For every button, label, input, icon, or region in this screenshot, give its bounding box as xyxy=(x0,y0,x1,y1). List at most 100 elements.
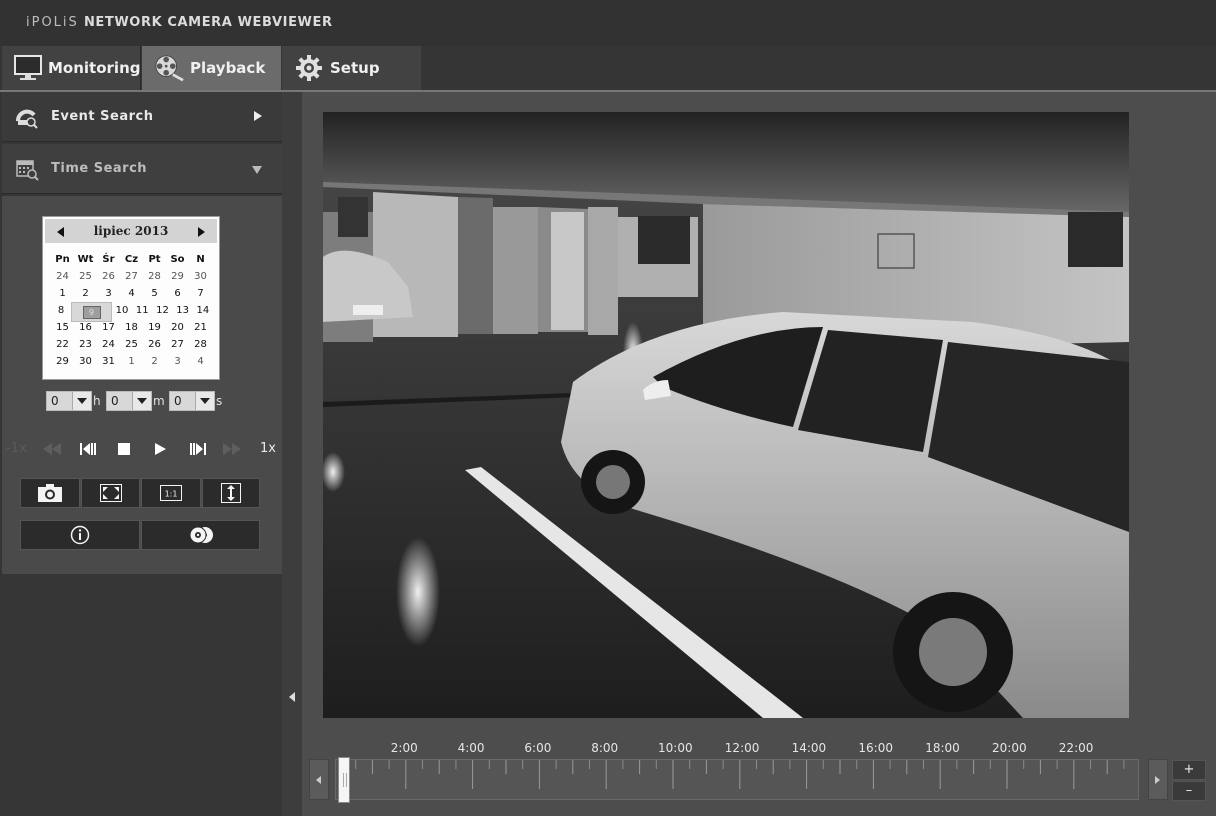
step-forward-icon[interactable] xyxy=(188,441,208,457)
calendar-day[interactable]: 30 xyxy=(74,353,97,370)
calendar-day[interactable]: 22 xyxy=(51,336,74,353)
calendar-day[interactable]: 26 xyxy=(143,336,166,353)
stop-icon[interactable] xyxy=(114,441,134,457)
sidebar: Event Search Time Search lipiec 2013 Pn W… xyxy=(2,92,282,816)
calendar-day[interactable]: 14 xyxy=(193,302,213,319)
backup-button[interactable] xyxy=(141,520,260,550)
original-size-button[interactable]: 1:1 xyxy=(141,478,201,508)
info-button[interactable] xyxy=(20,520,140,550)
calendar-day[interactable]: 21 xyxy=(189,319,212,336)
timeline-ticks xyxy=(338,760,1125,789)
calendar-day[interactable]: 10 xyxy=(112,302,132,319)
minute-select[interactable]: 0 xyxy=(106,391,152,411)
calendar-day[interactable]: 18 xyxy=(120,319,143,336)
app-header: iPOLiS NETWORK CAMERA WEBVIEWER xyxy=(0,0,1216,46)
calendar-weekday: Śr xyxy=(102,254,115,265)
calendar-day[interactable]: 4 xyxy=(120,285,143,302)
calendar-week-row: 24 25 26 27 28 29 30 xyxy=(51,268,213,285)
zoom-out-button[interactable]: – xyxy=(1172,781,1206,801)
event-search-row[interactable]: Event Search xyxy=(2,92,282,142)
calendar-day[interactable]: 2 xyxy=(74,285,97,302)
fit-screen-button[interactable] xyxy=(202,478,260,508)
calendar-day[interactable]: 3 xyxy=(166,353,189,370)
timeline-hour-label: 2:00 xyxy=(390,741,418,755)
calendar-day[interactable]: 1 xyxy=(120,353,143,370)
brand-title: iPOLiS NETWORK CAMERA WEBVIEWER xyxy=(26,15,333,30)
calendar-day[interactable]: 4 xyxy=(189,353,212,370)
calendar-day[interactable]: 2 xyxy=(143,353,166,370)
calendar-weekday: So xyxy=(170,254,185,265)
zoom-in-button[interactable]: + xyxy=(1172,760,1206,780)
rewind-icon[interactable] xyxy=(42,441,62,457)
calendar-day[interactable]: 13 xyxy=(173,302,193,319)
calendar-day[interactable]: 25 xyxy=(120,336,143,353)
hour-select-group: 0 h xyxy=(46,390,101,412)
play-icon[interactable] xyxy=(150,441,170,457)
reverse-speed-label: -1x xyxy=(6,441,27,456)
calendar-grid: Pn Wt Śr Cz Pt So N 24 25 26 27 28 29 30 1 2 3 4 5 6 7 8 9 10 11… xyxy=(51,251,213,370)
fullscreen-button[interactable] xyxy=(81,478,140,508)
tab-setup[interactable]: Setup xyxy=(282,46,421,90)
calendar-day[interactable]: 1 xyxy=(51,285,74,302)
calendar-weekday: N xyxy=(196,254,205,265)
calendar-day[interactable]: 25 xyxy=(74,268,97,285)
calendar-day[interactable]: 5 xyxy=(143,285,166,302)
calendar-day[interactable]: 24 xyxy=(97,336,120,353)
calendar-day[interactable]: 7 xyxy=(189,285,212,302)
calendar-day[interactable]: 19 xyxy=(143,319,166,336)
time-search-label: Time Search xyxy=(51,161,148,176)
calendar-day[interactable]: 30 xyxy=(189,268,212,285)
calendar-day[interactable]: 6 xyxy=(166,285,189,302)
timeline-scroll-right-icon[interactable] xyxy=(1148,759,1168,800)
timeline-hour-label: 16:00 xyxy=(858,741,893,755)
calendar-search-icon xyxy=(16,159,39,181)
second-select-group: 0 s xyxy=(169,390,222,412)
monitor-icon xyxy=(14,53,42,83)
calendar-day[interactable]: 24 xyxy=(51,268,74,285)
chevron-down-icon xyxy=(252,166,262,174)
calendar-day[interactable]: 27 xyxy=(166,336,189,353)
calendar-day[interactable]: 12 xyxy=(152,302,172,319)
film-reel-icon xyxy=(154,53,184,83)
calendar-day[interactable]: 9 xyxy=(71,302,112,322)
tab-playback[interactable]: Playback xyxy=(142,46,281,90)
calendar-day[interactable]: 27 xyxy=(120,268,143,285)
timeline-hour-label: 4:00 xyxy=(457,741,485,755)
calendar-week-row: 29 30 31 1 2 3 4 xyxy=(51,353,213,370)
next-month-icon[interactable] xyxy=(198,227,205,237)
hour-select[interactable]: 0 xyxy=(46,391,92,411)
fullscreen-icon xyxy=(99,484,122,502)
calendar-day[interactable]: 3 xyxy=(97,285,120,302)
calendar-weekday: Wt xyxy=(77,254,94,265)
calendar-day[interactable]: 28 xyxy=(189,336,212,353)
tab-monitoring[interactable]: Monitoring xyxy=(2,46,141,90)
calendar-day[interactable]: 28 xyxy=(143,268,166,285)
calendar-day[interactable]: 26 xyxy=(97,268,120,285)
capture-button[interactable] xyxy=(20,478,80,508)
timeline-handle[interactable] xyxy=(338,757,350,803)
info-icon xyxy=(70,525,90,545)
calendar-day[interactable]: 31 xyxy=(97,353,120,370)
backup-icon xyxy=(189,526,213,544)
second-select[interactable]: 0 xyxy=(169,391,215,411)
timeline-track[interactable] xyxy=(335,759,1139,800)
event-search-icon xyxy=(16,109,38,129)
minute-unit: m xyxy=(153,394,165,408)
fast-forward-icon[interactable] xyxy=(222,441,242,457)
time-search-row[interactable]: Time Search xyxy=(2,144,282,194)
collapse-sidebar-icon[interactable] xyxy=(289,692,295,702)
timeline-hour-label: 14:00 xyxy=(791,741,827,755)
timeline-hour-label: 18:00 xyxy=(925,741,960,755)
calendar-day[interactable]: 29 xyxy=(166,268,189,285)
calendar-day[interactable]: 11 xyxy=(132,302,152,319)
video-feed[interactable] xyxy=(323,112,1129,718)
calendar-day[interactable]: 20 xyxy=(166,319,189,336)
fit-icon xyxy=(221,483,241,503)
calendar-day[interactable]: 23 xyxy=(74,336,97,353)
timeline-scroll-left-icon[interactable] xyxy=(309,759,329,800)
minute-select-group: 0 m xyxy=(106,390,165,412)
calendar-day[interactable]: 29 xyxy=(51,353,74,370)
step-back-icon[interactable] xyxy=(78,441,98,457)
timeline-hour-label: 12:00 xyxy=(724,741,760,755)
calendar-day[interactable]: 8 xyxy=(51,302,71,319)
